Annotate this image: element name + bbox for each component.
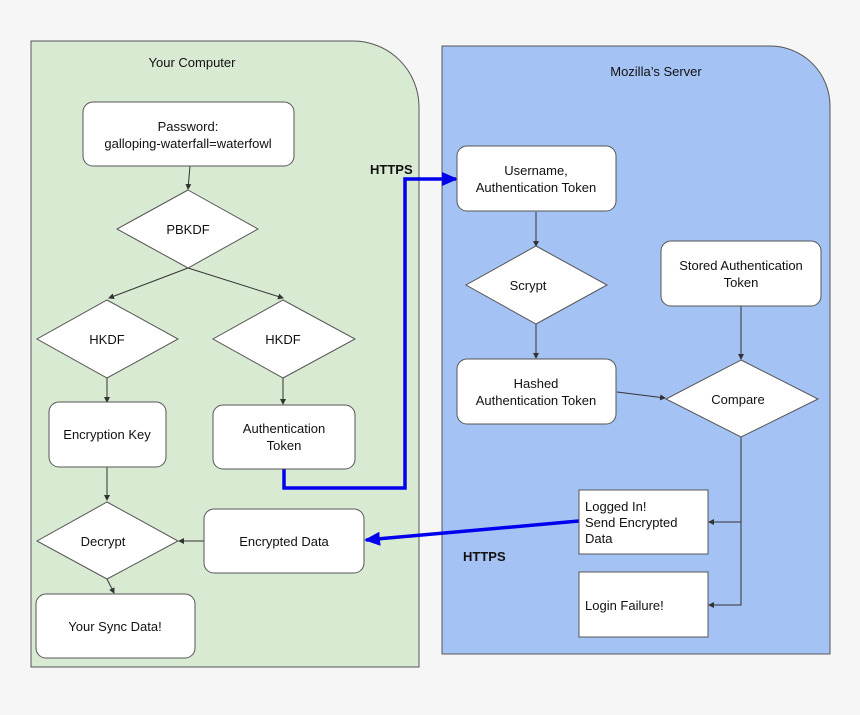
node-encrypted-data[interactable]: Encrypted Data bbox=[203, 508, 365, 574]
scrypt-label: Scrypt bbox=[510, 278, 547, 293]
auth-token-box bbox=[212, 404, 356, 470]
flowchart-canvas: Your Computer Mozilla’s Server HTTPS HTT… bbox=[30, 40, 831, 668]
stored-token-box bbox=[660, 240, 822, 307]
node-hashed-token[interactable]: Hashed Authentication Token bbox=[456, 358, 617, 425]
password-box bbox=[82, 101, 295, 167]
node-encryption-key[interactable]: Encryption Key bbox=[48, 401, 167, 468]
username-token-box bbox=[456, 145, 617, 212]
node-logged-in[interactable]: Logged In! Send Encrypted Data bbox=[578, 489, 709, 555]
node-username-token[interactable]: Username, Authentication Token bbox=[456, 145, 617, 212]
encryption-key-label: Encryption Key bbox=[63, 427, 151, 442]
https-label-bottom: HTTPS bbox=[463, 549, 506, 564]
compare-label: Compare bbox=[711, 392, 764, 407]
lane-server-title: Mozilla’s Server bbox=[610, 64, 702, 79]
login-failure-label: Login Failure! bbox=[585, 598, 664, 613]
hkdf-right-label: HKDF bbox=[265, 332, 300, 347]
node-stored-token[interactable]: Stored Authentication Token bbox=[660, 240, 822, 307]
lane-client-title: Your Computer bbox=[149, 55, 237, 70]
node-login-failure[interactable]: Login Failure! bbox=[578, 571, 709, 638]
https-label-top: HTTPS bbox=[370, 162, 413, 177]
encrypted-data-label: Encrypted Data bbox=[239, 534, 329, 549]
hashed-token-box bbox=[456, 358, 617, 425]
node-auth-token[interactable]: Authentication Token bbox=[212, 404, 356, 470]
pbkdf-label: PBKDF bbox=[166, 222, 209, 237]
node-sync-data[interactable]: Your Sync Data! bbox=[35, 593, 196, 659]
decrypt-label: Decrypt bbox=[81, 534, 126, 549]
sync-data-label: Your Sync Data! bbox=[68, 619, 161, 634]
hkdf-left-label: HKDF bbox=[89, 332, 124, 347]
node-password[interactable]: Password: galloping-waterfall=waterfowl bbox=[82, 101, 295, 167]
